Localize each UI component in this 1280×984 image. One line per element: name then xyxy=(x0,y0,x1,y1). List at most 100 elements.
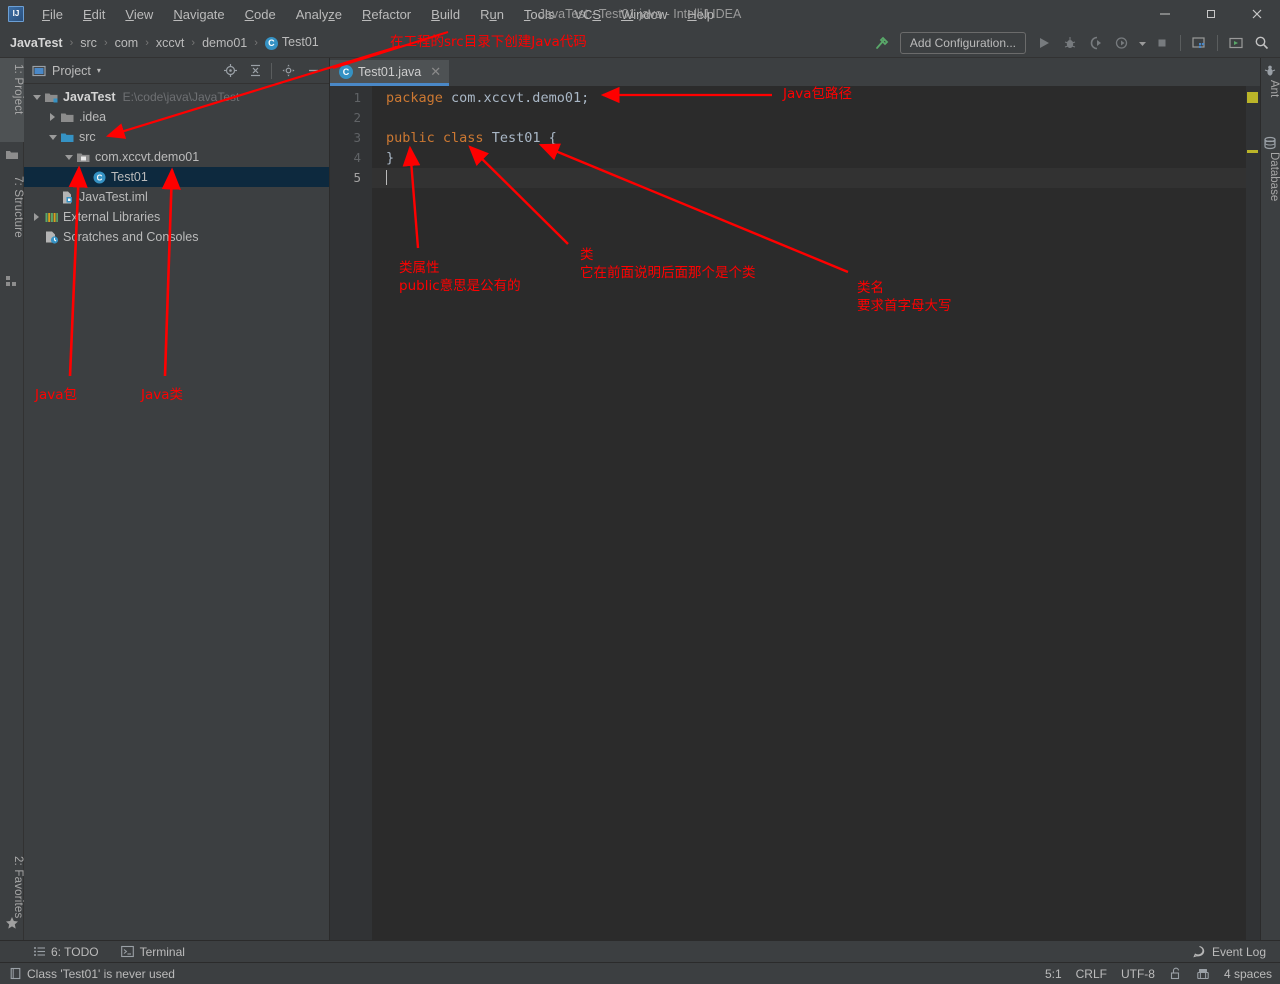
project-structure-icon[interactable] xyxy=(1187,31,1211,55)
tree-node-test01[interactable]: C Test01 xyxy=(24,167,329,187)
code-lines[interactable]: package com.xccvt.demo01; public class Te… xyxy=(372,86,1260,942)
menu-item-tools[interactable]: Tools xyxy=(514,4,564,25)
debug-icon[interactable] xyxy=(1058,31,1082,55)
chevron-right-icon[interactable] xyxy=(30,207,43,227)
line-number[interactable]: 2 xyxy=(330,108,372,128)
tree-node-label: JavaTest.iml xyxy=(79,190,148,204)
line-number[interactable]: 5 xyxy=(330,168,372,188)
code-editor[interactable]: 12345 package com.xccvt.demo01; public cl… xyxy=(330,86,1260,942)
marker-scrollbar[interactable] xyxy=(1246,86,1260,942)
chevron-down-icon[interactable]: ▾ xyxy=(97,66,101,75)
caret-position[interactable]: 5:1 xyxy=(1045,967,1062,981)
menu-item-label: File xyxy=(42,6,63,22)
code-line[interactable]: package com.xccvt.demo01; xyxy=(372,88,1260,108)
tree-node-label: JavaTest xyxy=(63,90,116,104)
code-line[interactable] xyxy=(372,168,1260,188)
todo-list-icon xyxy=(32,945,46,959)
dropdown-arrow-icon[interactable] xyxy=(1136,31,1148,55)
minimize-icon[interactable] xyxy=(1142,0,1188,28)
code-line[interactable]: public class Test01 { xyxy=(372,128,1260,148)
menu-item-vcs[interactable]: VCS xyxy=(564,4,611,25)
editor-tab-test01[interactable]: C Test01.java ✕ xyxy=(330,60,450,86)
tree-node-external-libraries[interactable]: External Libraries xyxy=(24,207,329,227)
sidebar-item-favorites[interactable]: 2: Favorites xyxy=(0,850,24,946)
menu-item-run[interactable]: Run xyxy=(470,4,514,25)
code-token: com.xccvt.demo01; xyxy=(442,90,590,106)
search-everywhere-icon[interactable] xyxy=(1250,31,1274,55)
tree-node--idea[interactable]: .idea xyxy=(24,107,329,127)
toolbar-divider-2 xyxy=(1217,35,1218,51)
tree-node-src[interactable]: src xyxy=(24,127,329,147)
locate-icon[interactable] xyxy=(218,59,242,83)
profiler-icon[interactable] xyxy=(1110,31,1134,55)
menu-item-edit[interactable]: Edit xyxy=(73,4,115,25)
add-configuration-button[interactable]: Add Configuration... xyxy=(899,32,1026,54)
tree-node-scratches-and-consoles[interactable]: Scratches and Consoles xyxy=(24,227,329,247)
tree-node-javatest-iml[interactable]: JavaTest.iml xyxy=(24,187,329,207)
code-line[interactable] xyxy=(372,108,1260,128)
tree-node-javatest[interactable]: JavaTest E:\code\java\JavaTest xyxy=(24,87,329,107)
line-number[interactable]: 1 xyxy=(330,88,372,108)
line-separator[interactable]: CRLF xyxy=(1076,967,1107,981)
chevron-down-icon[interactable] xyxy=(62,147,75,167)
git-branch-icon[interactable] xyxy=(1196,967,1210,981)
unlocked-icon[interactable] xyxy=(1169,967,1182,980)
run-icon[interactable] xyxy=(1032,31,1056,55)
tree-node-label: src xyxy=(79,130,96,144)
collapse-all-icon[interactable] xyxy=(243,59,267,83)
line-number[interactable]: 3 xyxy=(330,128,372,148)
panel-toolbar-divider xyxy=(271,62,272,79)
line-number[interactable]: 4 xyxy=(330,148,372,168)
settings-gear-icon[interactable] xyxy=(276,59,300,83)
maximize-icon[interactable] xyxy=(1188,0,1234,28)
menu-bar: File Edit View Navigate Code Analyze Refactor B… xyxy=(32,4,724,25)
breadcrumb-item-xccvt[interactable]: xccvt xyxy=(154,36,186,50)
navigation-bar: JavaTest › src › com › xccvt › demo01 › C Test01 Ad… xyxy=(0,28,1280,58)
sidebar-item-database[interactable]: Database xyxy=(1260,152,1280,232)
breadcrumb-item-javatest[interactable]: JavaTest xyxy=(8,36,65,50)
tool-window-todo[interactable]: 6: TODO xyxy=(32,945,99,959)
menu-item-file[interactable]: File xyxy=(32,4,73,25)
breadcrumb-item-test01[interactable]: C Test01 xyxy=(263,35,321,50)
file-encoding[interactable]: UTF-8 xyxy=(1121,967,1155,981)
build-hammer-icon[interactable] xyxy=(870,31,894,55)
chevron-right-icon[interactable] xyxy=(46,107,59,127)
editor-tab-strip: C Test01.java ✕ xyxy=(330,58,1260,86)
menu-item-window[interactable]: Window xyxy=(611,4,677,25)
hide-icon[interactable] xyxy=(301,59,325,83)
menu-item-help[interactable]: Help xyxy=(677,4,724,25)
inspection-marker[interactable] xyxy=(1247,150,1258,153)
menu-item-build[interactable]: Build xyxy=(421,4,470,25)
tool-window-terminal[interactable]: Terminal xyxy=(121,945,185,959)
chevron-down-icon[interactable] xyxy=(30,87,43,107)
breadcrumb-item-label: demo01 xyxy=(202,35,248,50)
stop-icon[interactable] xyxy=(1150,31,1174,55)
menu-item-view[interactable]: View xyxy=(115,4,163,25)
tree-node-com-xccvt-demo01[interactable]: com.xccvt.demo01 xyxy=(24,147,329,167)
breadcrumb-item-label: JavaTest xyxy=(10,35,63,50)
menu-item-analyze[interactable]: Analyze xyxy=(286,4,352,25)
sidebar-item-structure[interactable]: 7: Structure xyxy=(0,170,24,268)
breadcrumb-item-demo01[interactable]: demo01 xyxy=(200,36,249,50)
menu-item-refactor[interactable]: Refactor xyxy=(352,4,421,25)
breadcrumb-separator: › xyxy=(191,36,196,49)
package-icon xyxy=(75,149,92,165)
menu-item-label: Window xyxy=(621,6,668,22)
project-tree[interactable]: JavaTest E:\code\java\JavaTest .idea src com… xyxy=(24,84,329,941)
code-line[interactable]: } xyxy=(372,148,1260,168)
event-log-button[interactable]: Event Log xyxy=(1193,945,1266,959)
close-icon[interactable] xyxy=(1234,0,1280,28)
menu-item-navigate[interactable]: Navigate xyxy=(163,4,234,25)
breadcrumb-item-com[interactable]: com xyxy=(113,36,141,50)
sidebar-item-project[interactable]: 1: Project xyxy=(0,58,24,142)
run-coverage-icon[interactable] xyxy=(1084,31,1108,55)
chevron-down-icon[interactable] xyxy=(46,127,59,147)
indent-setting[interactable]: 4 spaces xyxy=(1224,967,1272,981)
select-run-target-icon[interactable] xyxy=(1224,31,1248,55)
menu-item-code[interactable]: Code xyxy=(235,4,286,25)
sidebar-item-ant[interactable]: Ant xyxy=(1260,80,1280,124)
breadcrumb-item-src[interactable]: src xyxy=(78,36,99,50)
warning-marker[interactable] xyxy=(1247,92,1258,103)
close-icon[interactable]: ✕ xyxy=(430,64,441,80)
